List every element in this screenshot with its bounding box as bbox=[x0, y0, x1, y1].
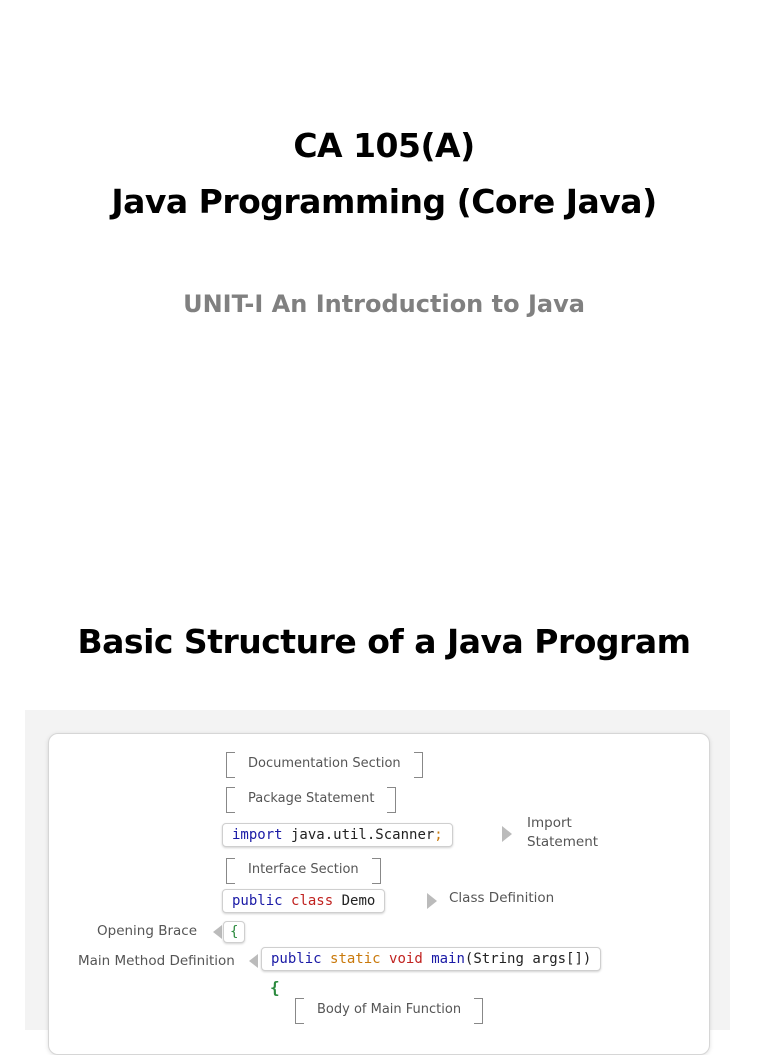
main-method-label: Main Method Definition bbox=[78, 953, 235, 969]
main-name: main bbox=[431, 951, 465, 967]
class-definition-label: Class Definition bbox=[449, 890, 555, 906]
opening-brace-box: { bbox=[223, 921, 246, 943]
import-code-box: import java.util.Scanner; bbox=[222, 823, 453, 847]
opening-brace: { bbox=[230, 924, 239, 940]
main-static-keyword: static bbox=[330, 951, 381, 967]
main-method-arrow-icon bbox=[249, 954, 258, 968]
import-keyword: import bbox=[232, 827, 283, 843]
main-public-keyword: public bbox=[271, 951, 322, 967]
main-method-code-box: public static void main(String args[]) bbox=[261, 947, 602, 971]
documentation-section-label: Documentation Section bbox=[248, 756, 401, 771]
import-package: java.util.Scanner bbox=[282, 827, 435, 843]
course-name: Java Programming (Core Java) bbox=[111, 182, 657, 221]
class-name: Demo bbox=[341, 893, 376, 909]
slide1-title: CA 105(A) Java Programming (Core Java) bbox=[0, 118, 768, 230]
java-structure-diagram: Documentation Section Package Statement … bbox=[48, 733, 710, 1055]
class-code-box: public class Demo bbox=[222, 889, 386, 913]
package-statement-box: Package Statement bbox=[226, 787, 397, 813]
class-keyword: class bbox=[291, 893, 334, 909]
import-semicolon: ; bbox=[434, 827, 443, 843]
body-of-main-box: Body of Main Function bbox=[295, 998, 484, 1024]
slide2-title: Basic Structure of a Java Program bbox=[77, 622, 691, 661]
documentation-section-box: Documentation Section bbox=[226, 752, 423, 778]
main-params: (String args[]) bbox=[464, 951, 592, 967]
body-of-main-label: Body of Main Function bbox=[317, 1002, 462, 1017]
main-void-keyword: void bbox=[389, 951, 423, 967]
import-arrow-icon bbox=[502, 826, 512, 842]
slide1-subtitle: UNIT-I An Introduction to Java bbox=[183, 290, 585, 318]
inner-opening-brace: { bbox=[270, 978, 280, 997]
package-statement-label: Package Statement bbox=[248, 791, 375, 806]
import-statement-label: Import Statement bbox=[527, 815, 599, 850]
opening-brace-arrow-icon bbox=[213, 925, 222, 939]
course-code: CA 105(A) bbox=[293, 126, 475, 165]
class-public-keyword: public bbox=[232, 893, 283, 909]
interface-section-label: Interface Section bbox=[248, 862, 359, 877]
interface-section-box: Interface Section bbox=[226, 858, 381, 884]
class-arrow-icon bbox=[427, 893, 437, 909]
opening-brace-label: Opening Brace bbox=[97, 923, 198, 939]
